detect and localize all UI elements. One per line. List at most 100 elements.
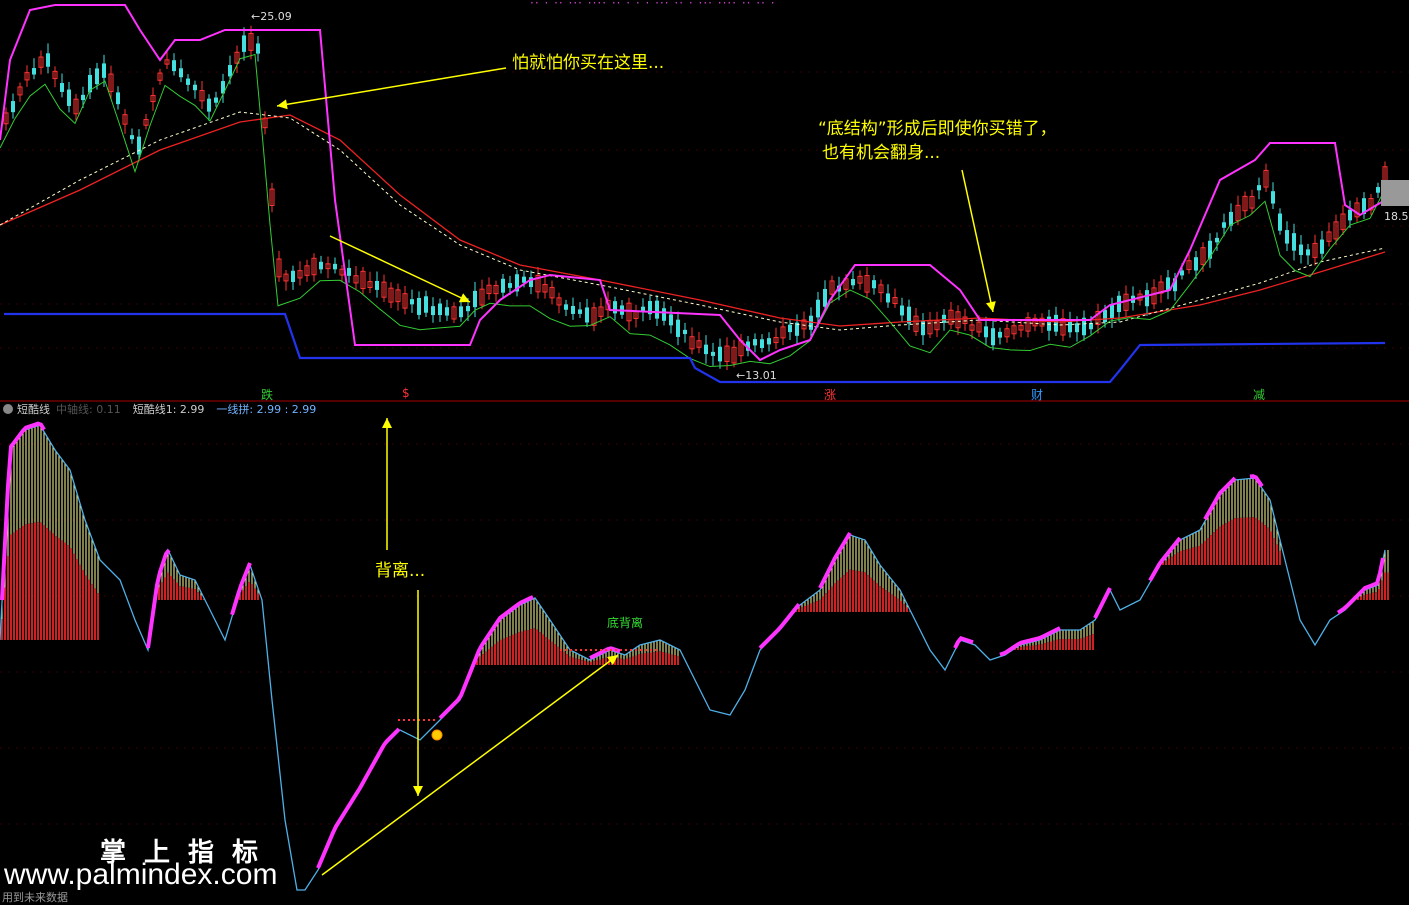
candle-body-36 (256, 43, 260, 54)
price-panel (0, 4, 1409, 384)
candle-body-53 (375, 280, 379, 290)
settings-icon[interactable] (3, 404, 13, 414)
candle-body-149 (1047, 316, 1051, 331)
candle-body-66 (466, 305, 470, 312)
candle-body-74 (522, 276, 526, 283)
candle-body-87 (613, 301, 617, 314)
candle-body-49 (347, 267, 351, 276)
annotation-bottom-structure-1: “底结构”形成后即使你买错了， (818, 119, 1057, 139)
rising-segment-6 (758, 603, 801, 650)
candle-body-63 (445, 307, 449, 316)
indicator-param-1: 中轴线: 0.11 (56, 403, 121, 416)
candle-body-45 (319, 261, 323, 270)
candle-body-34 (242, 35, 246, 52)
candle-body-183 (1285, 230, 1289, 244)
candle-body-181 (1271, 191, 1275, 204)
candle-body-60 (424, 296, 428, 313)
high-price-label: ←25.09 (251, 10, 292, 23)
candle-body-83 (585, 307, 589, 323)
signal-marker-2: $ (402, 386, 410, 400)
candle-body-182 (1278, 213, 1282, 231)
signal-ball (431, 729, 443, 741)
candle-body-29 (207, 98, 211, 112)
arrow-buy-here-shaft (276, 67, 507, 107)
candle-body-41 (291, 270, 295, 282)
signal-marker-4: 财 (1031, 388, 1044, 402)
candle-body-174 (1222, 222, 1226, 228)
candles (3, 25, 1388, 370)
candle-body-121 (851, 279, 855, 286)
footer-note: 用到未来数据 (2, 891, 68, 904)
candle-body-11 (81, 94, 85, 101)
chart-canvas (0, 4, 1409, 891)
indicator-header: 短酷线 中轴线: 0.11 短酷线1: 2.99 一线拼: 2.99 : 2.99 (0, 401, 328, 419)
candle-body-172 (1208, 240, 1212, 259)
ma-dashed-line (0, 111, 1386, 331)
candle-body-58 (410, 299, 414, 305)
candle-body-141 (991, 328, 995, 346)
top-markers: ·· · ·· ··· ···· ·· · · · ··· ·· · ··· ·… (530, 0, 776, 10)
candle-body-102 (718, 346, 722, 362)
candle-body-153 (1075, 323, 1079, 333)
rising-segment-14 (1336, 557, 1385, 615)
candle-body-116 (816, 299, 820, 318)
candle-body-32 (228, 65, 232, 77)
signal-marker-5: 减 (1253, 388, 1266, 402)
candle-body-96 (676, 319, 680, 337)
candle-body-62 (438, 303, 442, 316)
candle-body-108 (760, 339, 764, 349)
candle-body-179 (1257, 185, 1261, 191)
rising-segment-10 (1093, 587, 1112, 619)
candle-body-107 (753, 339, 757, 346)
candle-body-142 (998, 331, 1002, 338)
candle-body-185 (1299, 244, 1303, 256)
leader-arrow-icon: ← (736, 369, 746, 382)
candle-body-166 (1166, 277, 1170, 291)
annotation-bottom-structure-2: 也有机会翻身... (822, 143, 941, 163)
candle-body-93 (655, 300, 659, 319)
candle-body-59 (417, 297, 421, 315)
low-price-label: ←13.01 (736, 369, 777, 382)
candle-body-173 (1215, 237, 1219, 243)
indicator-param-3: 一线拼: 2.99 : 2.99 (216, 403, 317, 416)
candle-body-158 (1110, 304, 1114, 319)
arrow-bottom-structure-head (985, 301, 996, 312)
candle-body-184 (1292, 233, 1296, 251)
watermark-url: www.palmindex.com (4, 858, 278, 891)
indicator-histogram (1, 425, 1389, 665)
candle-body-101 (711, 351, 715, 356)
candle-body-117 (823, 288, 827, 307)
candle-body-27 (193, 84, 197, 91)
candle-body-152 (1068, 320, 1072, 333)
grid-lines (0, 71, 1409, 825)
arrow-bottom-structure-shaft (961, 169, 994, 313)
annotation-arrows (276, 67, 996, 876)
candle-body-100 (704, 344, 708, 355)
candle-body-112 (788, 324, 792, 333)
candle-body-30 (214, 97, 218, 103)
candle-body-94 (662, 308, 666, 321)
candle-body-95 (669, 314, 673, 326)
candle-body-192 (1348, 209, 1352, 221)
candle-body-168 (1180, 270, 1184, 276)
candle-body-72 (508, 283, 512, 288)
candle-body-47 (333, 263, 337, 270)
candle-body-124 (872, 280, 876, 289)
candle-body-188 (1320, 239, 1324, 254)
candle-body-150 (1054, 314, 1058, 332)
candle-body-16 (116, 92, 120, 105)
candle-body-82 (578, 309, 582, 314)
candle-body-6 (46, 53, 50, 67)
candle-body-196 (1376, 187, 1380, 193)
arrow-divergence-up-head (382, 418, 392, 428)
candle-body-134 (942, 314, 946, 323)
rising-segment-8 (953, 635, 974, 649)
leader-arrow-icon: ← (251, 10, 261, 23)
candle-body-25 (179, 68, 183, 78)
candle-body-67 (473, 290, 477, 308)
indicator-name[interactable]: 短酷线 (0, 403, 50, 416)
candle-body-24 (172, 60, 176, 72)
candle-body-9 (67, 89, 71, 106)
candle-body-157 (1103, 309, 1107, 323)
candle-body-126 (886, 293, 890, 303)
